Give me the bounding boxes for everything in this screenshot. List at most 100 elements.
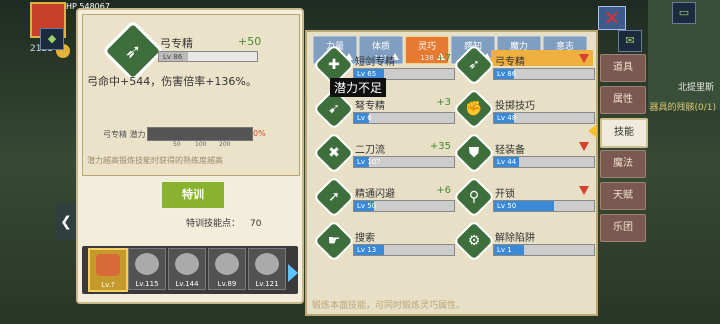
not-enough-toast: 潜力不足: [330, 78, 387, 97]
side-tab-pointer-icon: [588, 124, 597, 138]
skill-card-throwing[interactable]: ✊ 投掷技巧 Lv 48: [452, 87, 595, 131]
throw-icon: ✊: [452, 87, 496, 131]
side-tab-band[interactable]: 乐团: [600, 214, 646, 242]
character-slot-4[interactable]: Lv.89: [208, 248, 246, 290]
skill-level-bar: Lv 6: [353, 112, 455, 124]
skill-level: Lv 107: [357, 158, 381, 166]
skill-name: 解除陷阱: [495, 233, 535, 244]
character-level: Lv.?: [101, 281, 115, 289]
quest-tracker[interactable]: 器具的残骸(0/1): [649, 100, 716, 113]
skill-bonus: +35: [429, 141, 451, 152]
skill-level: Lv 50: [497, 202, 517, 210]
dual-wield-icon: ✖: [312, 131, 356, 175]
monitor-icon[interactable]: ▭: [672, 2, 696, 24]
skill-level: Lv 44: [497, 158, 517, 166]
character-slot-2[interactable]: Lv.115: [128, 248, 166, 290]
detail-level-text: Lv 86: [163, 53, 183, 61]
train-points-label: 特训技能点：: [186, 219, 241, 229]
side-tab-attributes[interactable]: 属性: [600, 86, 646, 114]
character-selector: Lv.? Lv.115 Lv.144 Lv.89 Lv.121: [82, 246, 298, 294]
skill-level: Lv 50: [357, 202, 377, 210]
skill-card-light-armor[interactable]: ⛊ 轻装备 Lv 44: [452, 131, 595, 175]
next-characters-arrow-icon[interactable]: [288, 264, 298, 282]
potential-hint: 潜力越高锻炼技能时获得的熟练度越高: [87, 156, 223, 165]
character-slot-1[interactable]: Lv.?: [88, 248, 128, 292]
skill-level-bar: Lv 86: [493, 68, 595, 80]
side-tab-items[interactable]: 道具: [600, 54, 646, 82]
down-arrow-icon: [579, 142, 589, 151]
search-icon: ☛: [312, 219, 356, 263]
down-arrow-icon: [579, 54, 589, 63]
bag-icon[interactable]: ◆: [40, 28, 64, 50]
lockpick-icon: ⚲: [452, 175, 496, 219]
skill-card-disarm-trap[interactable]: ⚙ 解除陷阱 Lv 1: [452, 219, 595, 263]
skill-bonus: +7: [436, 53, 451, 64]
side-tab-magic[interactable]: 魔法: [600, 150, 646, 178]
map-name: 北提里斯: [677, 83, 714, 93]
character-level: Lv.121: [255, 280, 279, 288]
potential-percent: 0%: [253, 129, 266, 138]
character-level: Lv.144: [175, 280, 199, 288]
skill-card-search[interactable]: ☛ 搜索 Lv 13: [312, 219, 455, 263]
train-points-value: 70: [250, 219, 262, 229]
skill-level-bar: Lv 44: [493, 156, 595, 168]
skill-card-crossbow[interactable]: ➹ 弩专精 +3 Lv 6: [312, 87, 455, 131]
detail-description: 弓命中+544，伤害倍率+136%。: [87, 75, 257, 88]
side-tab-skills[interactable]: 技能: [600, 118, 648, 148]
character-slot-3[interactable]: Lv.144: [168, 248, 206, 290]
detail-skill-name: 弓专精: [160, 37, 193, 50]
skill-level: Lv 6: [357, 114, 372, 122]
skill-card-bow[interactable]: ➶ 弓专精 Lv 86: [452, 43, 595, 87]
skill-level-bar: Lv 48: [493, 112, 595, 124]
detail-skill-bonus: +50: [238, 35, 262, 48]
train-points: 特训技能点： 70: [186, 216, 261, 229]
skill-card-dual-wield[interactable]: ✖ 二刀流 +35 Lv 107: [312, 131, 455, 175]
skill-level: Lv 86: [497, 70, 517, 78]
skill-card-lockpick[interactable]: ⚲ 开锁 Lv 50: [452, 175, 595, 219]
skill-level-bar: Lv 107: [353, 156, 455, 168]
skill-name: 精通闪避: [355, 189, 395, 200]
character-portrait: [255, 253, 279, 275]
detail-level-bar: Lv 86: [158, 51, 258, 62]
skill-list-panel: 力量 148 体质 141 灵巧 138 感知 141 魔力 123 意志 13…: [305, 30, 598, 316]
character-slot-5[interactable]: Lv.121: [248, 248, 286, 290]
skill-name: 弩专精: [355, 101, 385, 112]
skill-bonus: +3: [436, 97, 451, 108]
side-tab-talent[interactable]: 天赋: [600, 182, 646, 210]
skill-card-dodge[interactable]: ➚ 精通闪避 +6 Lv 50: [312, 175, 455, 219]
skill-detail-panel: ➶ 弓专精 +50 Lv 86 弓命中+544，伤害倍率+136%。 弓专精 潜…: [76, 8, 304, 304]
skill-name: 短剑专精: [355, 57, 395, 68]
potential-tick-50: 50: [173, 141, 181, 148]
skill-level: Lv 48: [497, 114, 517, 122]
disarm-trap-icon: ⚙: [452, 219, 496, 263]
skill-level-bar: Lv 13: [353, 244, 455, 256]
skill-name: 二刀流: [355, 145, 385, 156]
skill-level-bar: Lv 1: [493, 244, 595, 256]
potential-tick-200: 200: [219, 141, 231, 148]
skill-name: 搜索: [355, 233, 375, 244]
skill-name: 弓专精: [495, 57, 525, 68]
bow-icon: ➶: [452, 43, 496, 87]
collapse-arrow-icon[interactable]: ❮: [56, 204, 76, 240]
skill-name: 投掷技巧: [495, 101, 535, 112]
skill-detail-card: ➶ 弓专精 +50 Lv 86 弓命中+544，伤害倍率+136%。 弓专精 潜…: [82, 14, 300, 176]
skill-level-bar: Lv 50: [493, 200, 595, 212]
character-portrait: [175, 253, 199, 275]
close-button[interactable]: ✕: [598, 6, 626, 30]
dodge-icon: ➚: [312, 175, 356, 219]
character-portrait: [96, 254, 120, 276]
character-portrait: [215, 253, 239, 275]
potential-label: 弓专精 潜力: [103, 130, 146, 139]
light-armor-icon: ⛊: [452, 131, 496, 175]
skill-level-bar: Lv 50: [353, 200, 455, 212]
skill-name: 轻装备: [495, 145, 525, 156]
mail-icon[interactable]: ✉: [618, 30, 642, 52]
train-button[interactable]: 特训: [160, 180, 226, 210]
skill-level: Lv 13: [357, 246, 377, 254]
potential-tick-100: 100: [195, 141, 207, 148]
skill-name: 开锁: [495, 189, 515, 200]
panel-footer-hint: 锻炼本面技能，可同时锻炼灵巧属性。: [312, 301, 466, 311]
character-level: Lv.89: [217, 280, 237, 288]
character-portrait: [135, 253, 159, 275]
potential-bar: [147, 127, 253, 141]
